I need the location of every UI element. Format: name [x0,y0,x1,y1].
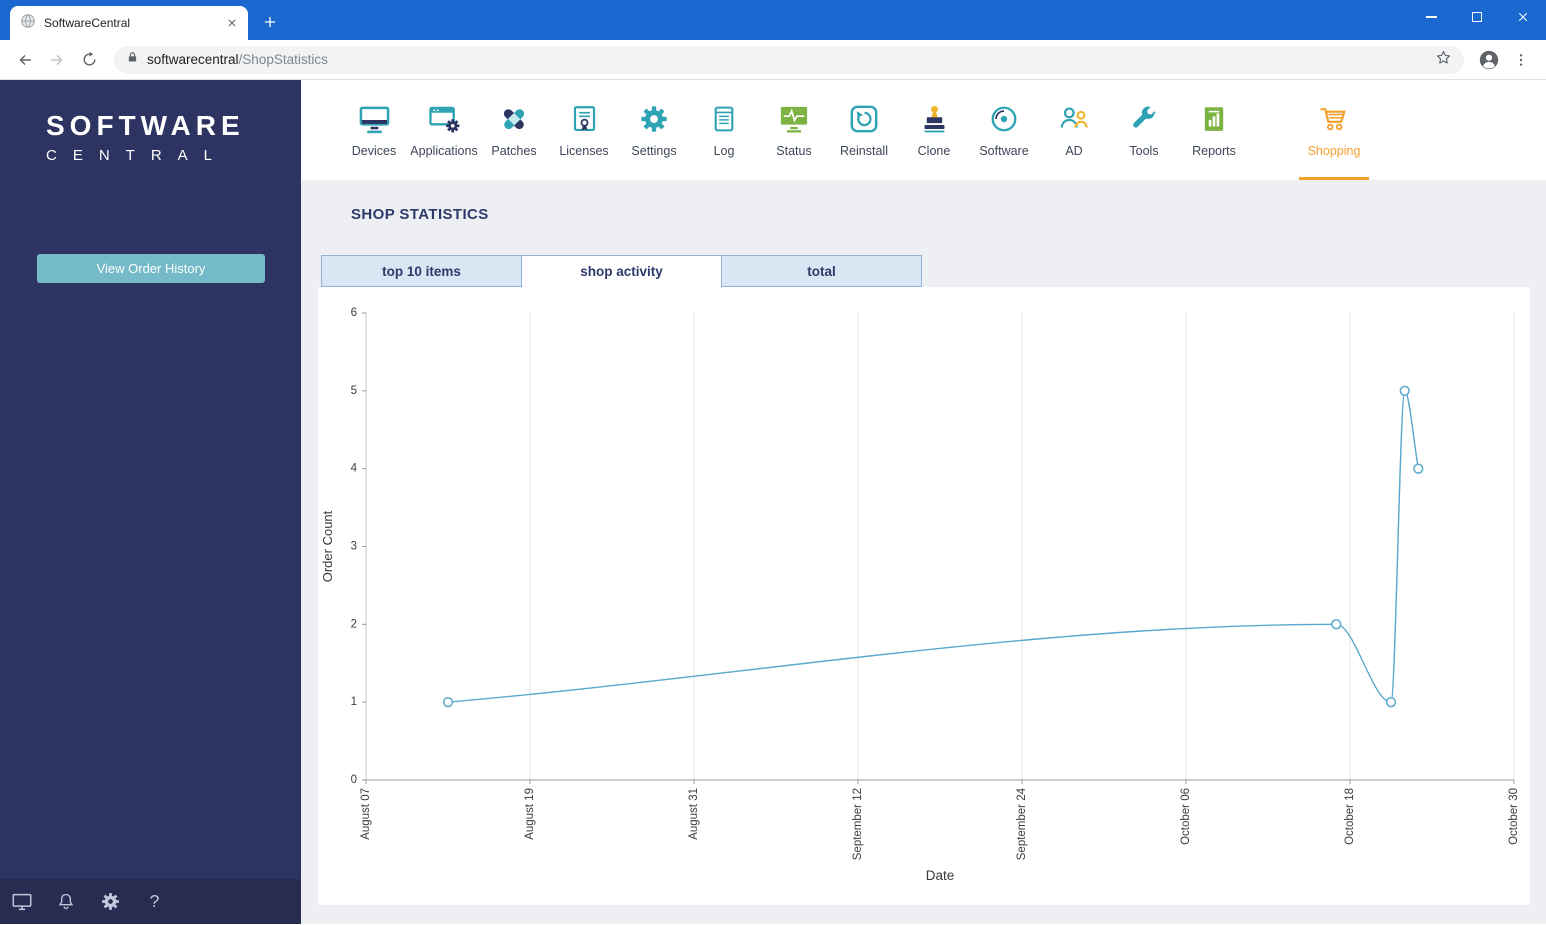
sidebar: SOFTWARE CENTRAL View Order History ? [0,80,301,924]
nav-item-label: Tools [1129,144,1159,158]
svg-text:August 07: August 07 [360,788,372,840]
nav-item-label: Patches [491,144,537,158]
nav-item-label: Shopping [1307,144,1361,158]
main-area: SHOP STATISTICS top 10 items shop activit… [301,180,1546,924]
svg-text:4: 4 [351,463,358,475]
bookmark-star-icon[interactable] [1435,49,1452,71]
forward-button[interactable] [42,45,72,75]
nav-item-label: AD [1065,144,1083,158]
address-bar: softwarecentral/ShopStatistics [0,40,1546,80]
settings-icon [639,102,669,136]
nav-item-label: Reports [1192,144,1236,158]
page-title: SHOP STATISTICS [351,206,489,223]
view-order-history-button[interactable]: View Order History [37,254,265,283]
bell-icon[interactable] [54,892,78,912]
svg-text:October 30: October 30 [1508,788,1520,845]
back-button[interactable] [10,45,40,75]
svg-text:1: 1 [351,696,357,708]
software-icon [989,102,1019,136]
nav-item-ad[interactable]: AD [1039,80,1109,180]
sidebar-footer: ? [0,879,301,924]
nav-item-patches[interactable]: Patches [479,80,549,180]
svg-text:August 19: August 19 [524,788,536,840]
svg-text:?: ? [149,891,159,911]
nav-item-label: Software [979,144,1029,158]
logo-line-1: SOFTWARE [46,110,245,141]
tools-icon [1130,102,1159,136]
svg-text:6: 6 [351,307,357,319]
browser-tab-strip: SoftwareCentral [0,0,1546,40]
minimize-button[interactable] [1408,0,1454,34]
profile-avatar[interactable] [1474,45,1504,75]
nav-item-label: Reinstall [840,144,888,158]
shop-activity-chart: 0 1 2 3 4 5 6 August 07 August 19 August 31 Septem… [320,307,1520,883]
browser-tab[interactable]: SoftwareCentral [10,6,248,40]
window-close-button[interactable] [1500,0,1546,34]
svg-text:October 18: October 18 [1344,788,1356,845]
maximize-button[interactable] [1454,0,1500,34]
gear-icon[interactable] [98,891,122,912]
nav-item-label: Devices [351,144,397,158]
nav-item-applications[interactable]: Applications [409,80,479,180]
patches-icon [499,102,529,136]
app-logo: SOFTWARE CENTRAL [0,80,301,164]
svg-text:3: 3 [351,541,357,553]
nav-item-shopping[interactable]: Shopping [1299,80,1369,180]
ad-icon [1058,102,1090,136]
logo-line-2: CENTRAL [46,147,229,164]
log-icon [710,102,738,136]
nav-item-tools[interactable]: Tools [1109,80,1179,180]
new-tab-button[interactable] [256,8,284,36]
nav-item-status[interactable]: Status [759,80,829,180]
svg-text:2: 2 [351,618,357,630]
nav-item-label: Log [713,144,735,158]
favicon-globe-icon [20,13,36,34]
lock-icon[interactable] [126,50,139,69]
nav-item-label: Clone [917,144,951,158]
url-bar[interactable]: softwarecentral/ShopStatistics [114,45,1464,74]
reinstall-icon [849,102,879,136]
clone-icon [920,102,949,136]
nav-item-label: Licenses [559,144,609,158]
tab-top-10-items[interactable]: top 10 items [321,255,522,287]
tab-close-icon[interactable] [224,15,240,31]
svg-text:September 24: September 24 [1016,787,1028,860]
reload-button[interactable] [74,45,104,75]
nav-item-reinstall[interactable]: Reinstall [829,80,899,180]
browser-menu-icon[interactable] [1506,45,1536,75]
svg-text:Date: Date [926,868,955,883]
nav-item-label: Status [776,144,812,158]
devices-icon [358,102,391,136]
svg-text:October 06: October 06 [1180,788,1192,845]
svg-text:Order Count: Order Count [320,510,335,582]
svg-text:August 31: August 31 [688,788,700,840]
nav-item-software[interactable]: Software [969,80,1039,180]
monitor-icon[interactable] [10,891,34,913]
nav-item-licenses[interactable]: Licenses [549,80,619,180]
status-icon [778,102,810,136]
help-icon[interactable]: ? [142,891,166,912]
tab-title: SoftwareCentral [44,16,131,30]
statistics-tabs: top 10 items shop activity total [321,255,922,288]
applications-icon [428,102,461,136]
nav-item-clone[interactable]: Clone [899,80,969,180]
licenses-icon [570,102,599,136]
nav-item-label: Applications [410,144,478,158]
url-host: softwarecentral [147,52,239,67]
nav-item-reports[interactable]: Reports [1179,80,1249,180]
reports-icon [1200,102,1228,136]
svg-text:0: 0 [351,774,357,786]
nav-item-log[interactable]: Log [689,80,759,180]
nav-item-label: Settings [631,144,677,158]
top-navigation: Devices Applications Patches Licenses Settin… [301,80,1546,180]
shopping-cart-icon [1318,102,1350,136]
url-path: /ShopStatistics [238,52,328,67]
tab-total[interactable]: total [721,255,922,287]
svg-text:September 12: September 12 [852,788,864,860]
nav-item-devices[interactable]: Devices [339,80,409,180]
chart-panel: 0 1 2 3 4 5 6 August 07 August 19 August 31 Septem… [318,287,1530,905]
tab-shop-activity[interactable]: shop activity [521,255,722,288]
svg-text:5: 5 [351,385,357,397]
nav-item-settings[interactable]: Settings [619,80,689,180]
